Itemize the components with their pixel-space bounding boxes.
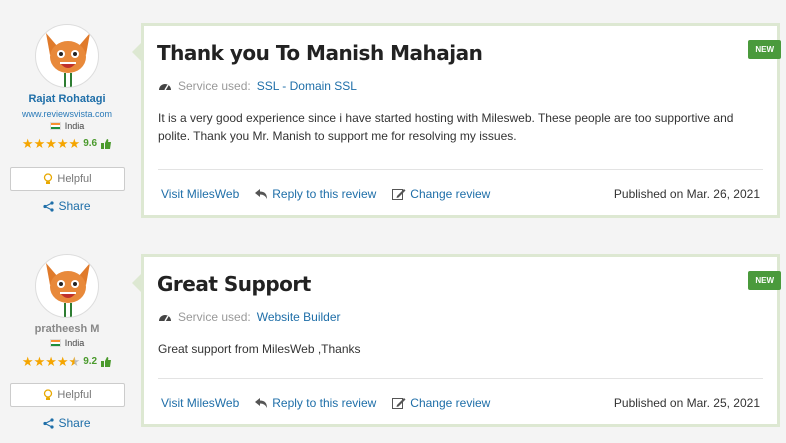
published-date: Published on Mar. 25, 2021 [613,396,760,410]
divider [158,169,763,170]
review-footer: Visit MilesWeb Reply to this review Chan… [161,396,760,410]
rating-value: 9.6 [83,138,98,149]
change-review-link[interactable]: Change review [392,396,490,410]
reply-icon [255,398,268,408]
star-icon: ★ [33,136,46,151]
share-icon [43,417,55,429]
review-item: Rajat Rohatagi www.reviewsvista.com Indi… [0,0,786,230]
new-badge: NEW [748,40,781,59]
helpful-button[interactable]: Helpful [10,383,125,407]
edit-icon [392,189,406,200]
review-body: Great support from MilesWeb ,Thanks [158,342,361,356]
reply-to-review-link[interactable]: Reply to this review [255,396,376,410]
dashboard-gauge-icon [159,84,171,91]
review-footer: Visit MilesWeb Reply to this review Chan… [161,187,760,201]
service-used: Service used: SSL - Domain SSL [158,79,357,93]
reply-to-review-link[interactable]: Reply to this review [255,187,376,201]
reviewer-country: India [0,121,134,131]
star-icon: ★ [33,354,46,369]
divider [158,378,763,379]
star-icon: ★ [56,354,69,369]
helpful-label: Helpful [57,173,92,185]
visit-milesweb-link[interactable]: Visit MilesWeb [161,187,239,201]
thumbs-up-icon [101,356,112,367]
review-item: pratheesh M India ★ ★ ★ ★ ★ 9.2 Helpful Shar… [0,237,786,443]
share-label: Share [58,199,91,213]
star-half-icon: ★ [68,354,81,369]
share-label: Share [58,416,91,430]
share-button[interactable]: Share [0,199,134,213]
reply-label: Reply to this review [272,187,377,201]
published-date: Published on Mar. 26, 2021 [613,187,760,201]
rating-value: 9.2 [83,356,98,367]
change-review-link[interactable]: Change review [392,187,490,201]
review-title: Great Support [157,272,311,296]
lightbulb-icon [44,389,53,400]
share-icon [43,200,55,212]
avatar[interactable] [35,24,99,88]
star-icon: ★ [45,136,57,151]
edit-icon [392,398,406,409]
service-link[interactable]: SSL - Domain SSL [257,79,357,93]
reviewer-name[interactable]: Rajat Rohatagi [0,93,134,105]
star-icon: ★ [21,136,34,151]
star-rating: ★ ★ ★ ★ ★ [22,355,80,368]
avatar[interactable] [35,254,99,318]
share-button[interactable]: Share [0,416,134,430]
star-rating: ★ ★ ★ ★ ★ [22,137,80,150]
review-card: NEW Thank you To Manish Mahajan Service … [132,23,781,218]
india-flag-icon [49,122,61,130]
service-used: Service used: Website Builder [158,310,341,324]
india-flag-icon [49,339,61,347]
reviewer-country: India [0,338,134,348]
reviewer-rating: ★ ★ ★ ★ ★ 9.2 [0,355,134,368]
lightbulb-icon [44,173,53,184]
reviewer-website[interactable]: www.reviewsvista.com [0,109,134,119]
reply-icon [255,189,268,199]
reply-label: Reply to this review [272,396,377,410]
country-label: India [64,338,85,348]
service-label: Service used: [178,310,251,324]
helpful-label: Helpful [57,389,92,401]
star-icon: ★ [21,354,34,369]
star-icon: ★ [45,354,57,369]
visit-milesweb-link[interactable]: Visit MilesWeb [161,396,239,410]
review-title: Thank you To Manish Mahajan [157,41,483,65]
helpful-button[interactable]: Helpful [10,167,125,191]
thumbs-up-icon [101,138,112,149]
star-icon: ★ [56,136,69,151]
star-icon: ★ [68,136,81,151]
change-label: Change review [410,187,491,201]
dashboard-gauge-icon [159,315,171,322]
review-card: NEW Great Support Service used: Website … [132,254,781,427]
reviewer-name: pratheesh M [34,323,100,335]
review-body: It is a very good experience since i hav… [158,111,734,143]
service-link[interactable]: Website Builder [257,310,341,324]
service-label: Service used: [178,79,251,93]
new-badge: NEW [748,271,781,290]
reviewer-rating: ★ ★ ★ ★ ★ 9.6 [0,137,134,150]
change-label: Change review [410,396,491,410]
country-label: India [64,121,85,131]
